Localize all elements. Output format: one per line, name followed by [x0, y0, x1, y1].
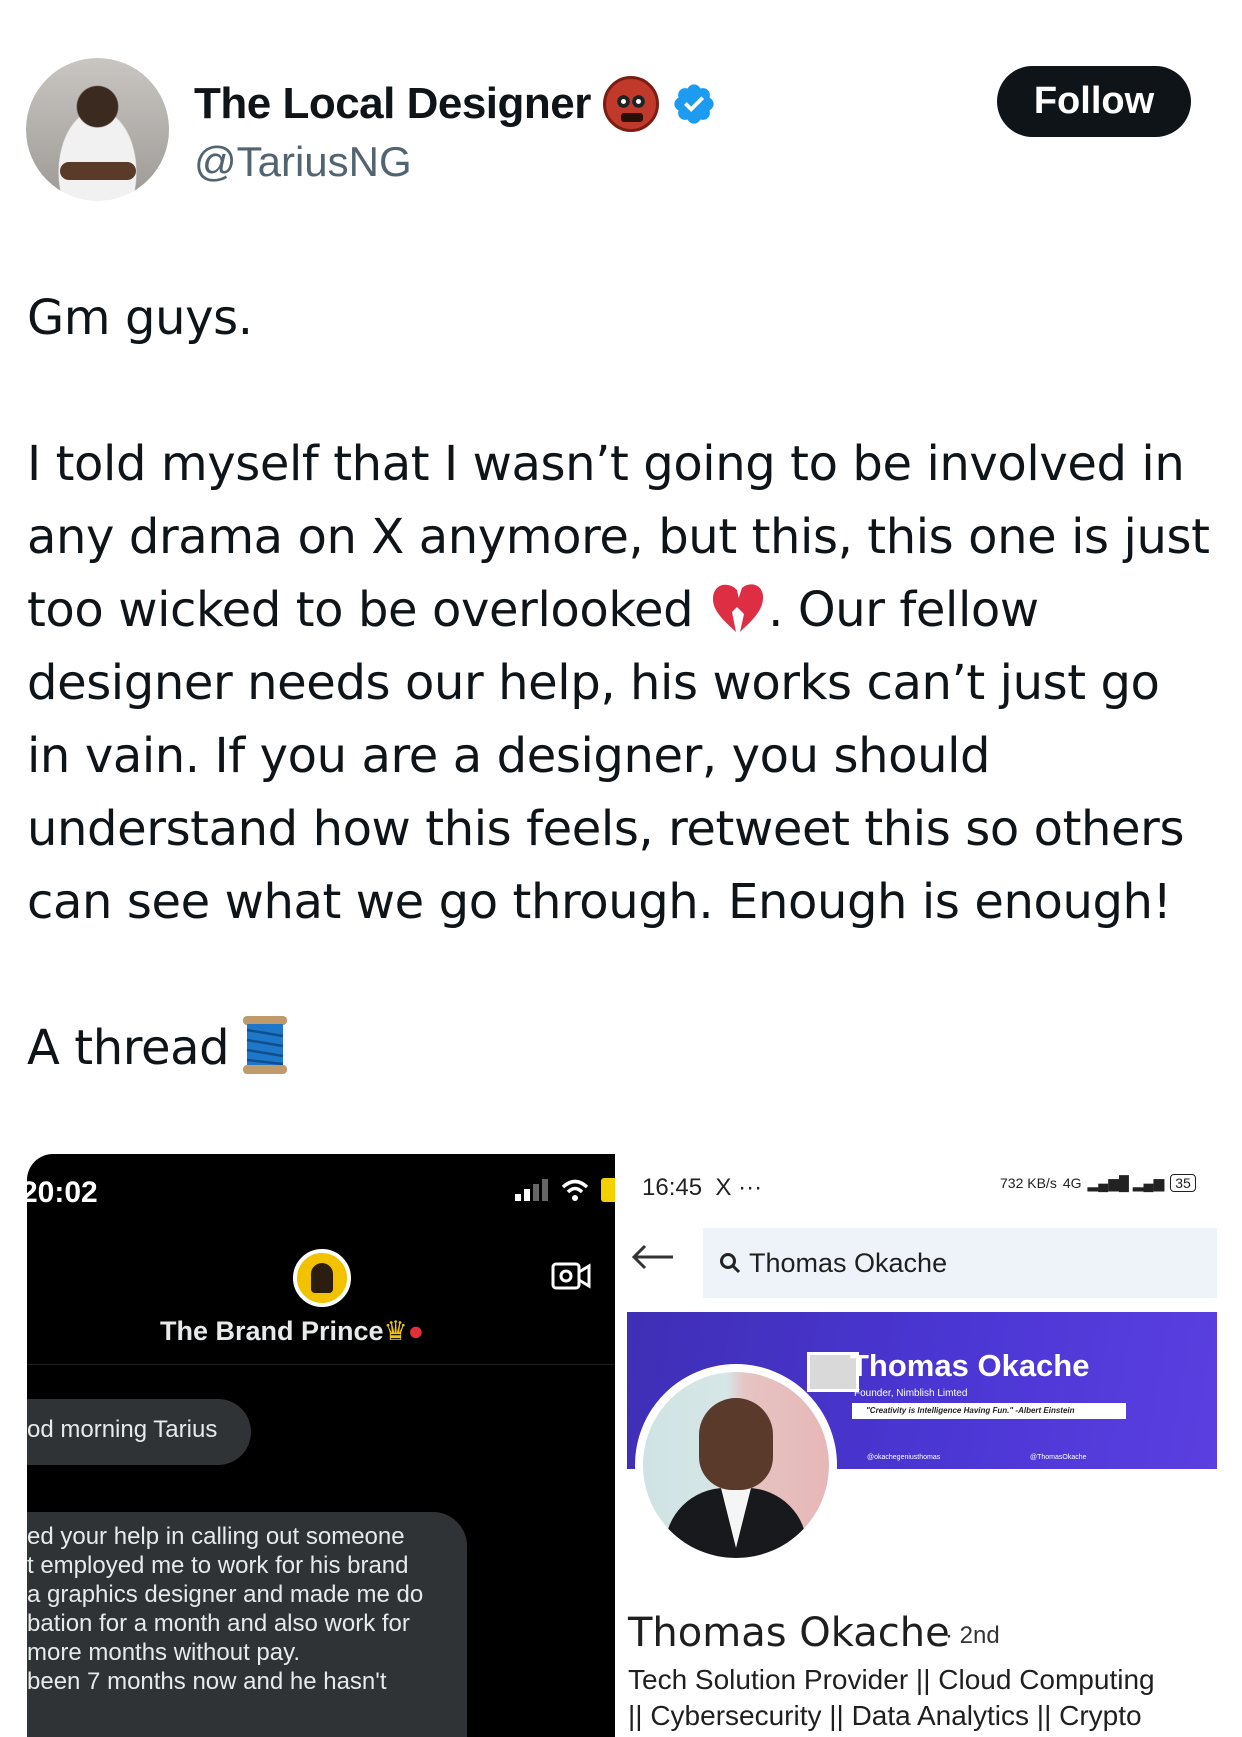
status-extra: X ···	[715, 1174, 763, 1201]
author-display-name[interactable]: The Local Designer	[194, 79, 591, 129]
profile-name: Thomas Okache	[628, 1610, 950, 1656]
status-icons	[515, 1178, 615, 1202]
banner-name: Thomas Okache	[850, 1348, 1090, 1383]
message-bubble: ed your help in calling out someone t em…	[27, 1512, 467, 1737]
tweet-line-part: too wicked to be overlooked	[27, 582, 709, 638]
banner-social-1: @okachegeniusthomas	[867, 1454, 941, 1461]
tweet-line: can see what we go through. Enough is en…	[27, 874, 1172, 930]
tweet-line: too wicked to be overlooked . Our fellow	[27, 574, 1222, 647]
media-image-profile-screenshot[interactable]: 16:45 X ··· 732 KB/s 4G ▂▄▆█ ▂▄▆ 35 Thom…	[615, 1154, 1222, 1737]
banner-quote: "Creativity is Intelligence Having Fun."…	[852, 1403, 1126, 1419]
status-time-text: 16:45	[642, 1174, 703, 1201]
contact-name-text: The Brand Prince	[159, 1316, 384, 1346]
author-handle[interactable]: @TariusNG	[194, 138, 412, 186]
broken-heart-icon	[713, 584, 764, 632]
battery-level: 35	[1170, 1174, 1196, 1192]
profile-headline: Tech Solution Provider || Cloud Computin…	[628, 1664, 1155, 1731]
tweet-line: in vain. If you are a designer, you shou…	[27, 728, 991, 784]
video-call-icon[interactable]	[551, 1260, 591, 1292]
message-line: been 7 months now and he hasn't	[27, 1668, 387, 1695]
search-icon	[720, 1253, 741, 1274]
tweet-line: any drama on X anymore, but this, this o…	[27, 509, 1210, 565]
contact-avatar[interactable]	[293, 1249, 351, 1307]
signal-icon: ▂▄▆█ ▂▄▆	[1087, 1174, 1165, 1191]
tweet-line: I told myself that I wasn’t going to be …	[27, 436, 1185, 492]
banner-social-2: @ThomasOkache	[1030, 1454, 1087, 1461]
author-avatar[interactable]	[26, 58, 169, 201]
tweet-paragraph-1: Gm guys.	[27, 290, 253, 346]
back-arrow-icon[interactable]	[631, 1244, 675, 1270]
status-time: 16:45 X ···	[642, 1174, 762, 1202]
message-text: od morning Tarius	[27, 1416, 218, 1443]
ogre-icon	[602, 76, 659, 132]
search-bar[interactable]: Thomas Okache	[703, 1228, 1217, 1298]
follow-button[interactable]: Follow	[997, 66, 1191, 137]
wifi-icon	[561, 1179, 589, 1201]
author-name-row: The Local Designer	[194, 76, 717, 132]
banner-role: Founder, Nimblish Limted	[854, 1388, 968, 1399]
tweet-line: understand how this feels, retweet this …	[27, 801, 1185, 857]
message-line: more months without pay.	[27, 1639, 301, 1666]
thread-label: A thread	[27, 1020, 230, 1076]
message-bubble: od morning Tarius	[27, 1399, 251, 1465]
tweet-line: designer needs our help, his works can’t…	[27, 655, 1160, 711]
divider	[27, 1364, 615, 1365]
connection-degree: · 2nd	[945, 1622, 1000, 1649]
tweet-paragraph-3: A thread	[27, 1012, 1222, 1085]
verified-badge-icon[interactable]	[671, 81, 717, 127]
battery-icon	[601, 1178, 615, 1202]
profile-photo[interactable]	[635, 1364, 837, 1566]
spool-of-thread-icon	[243, 1016, 288, 1074]
network-type: 4G	[1062, 1175, 1082, 1191]
search-input-value[interactable]: Thomas Okache	[749, 1248, 947, 1279]
balloon-icon: ●	[407, 1316, 425, 1346]
signal-icon	[515, 1179, 548, 1201]
status-time: 20:02	[27, 1176, 98, 1209]
message-line: bation for a month and also work for	[27, 1610, 410, 1637]
media-image-chat-screenshot[interactable]: 20:02 The Brand Prince♛● od morning Tari…	[27, 1154, 615, 1737]
tweet-line-part: . Our fellow	[768, 582, 1039, 638]
tweet-text: Gm guys. I told myself that I wasn’t goi…	[27, 282, 1222, 1085]
network-speed: 732 KB/s	[1000, 1175, 1057, 1191]
message-line: a graphics designer and made me do	[27, 1581, 424, 1608]
contact-name: The Brand Prince♛●	[27, 1316, 557, 1347]
message-line: t employed me to work for his brand	[27, 1552, 409, 1579]
crown-icon: ♛	[383, 1316, 408, 1346]
message-line: ed your help in calling out someone	[27, 1523, 405, 1550]
status-icons: 732 KB/s 4G ▂▄▆█ ▂▄▆ 35	[1000, 1174, 1196, 1192]
